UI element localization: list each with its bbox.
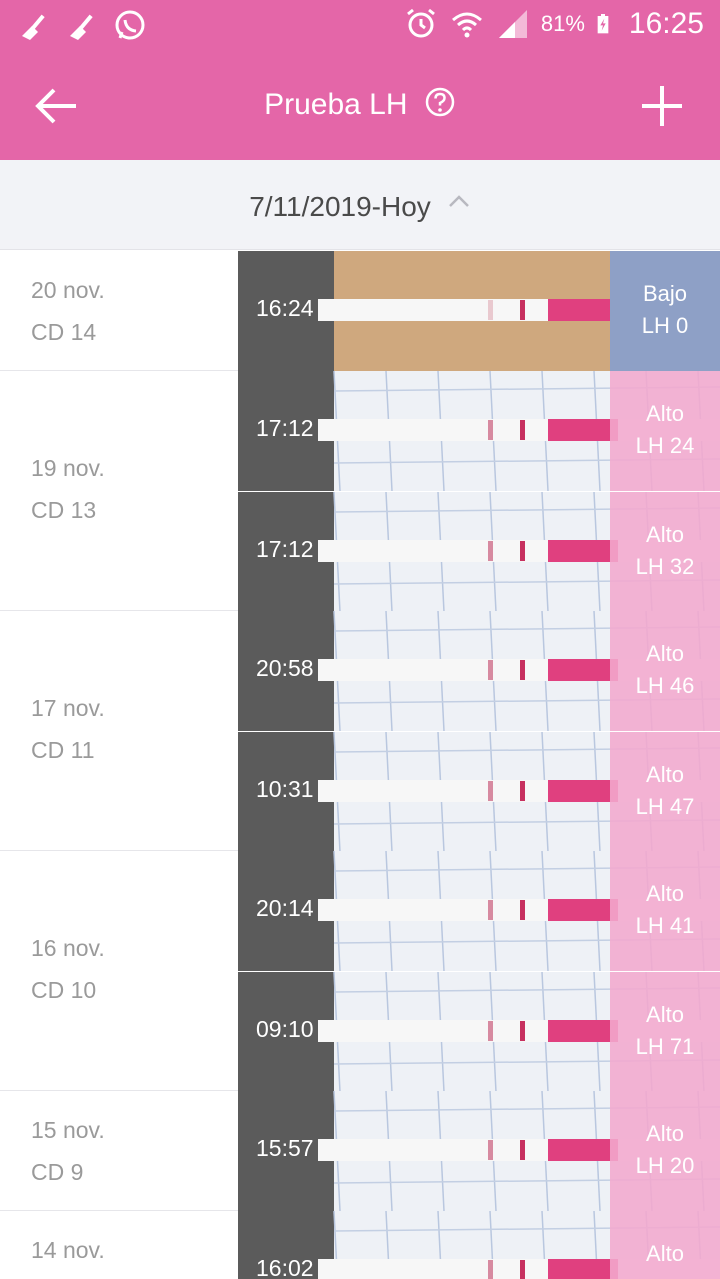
- day-group: 19 nov. CD 13 17:12 Alto LH 24 17:12 Alto LH 32: [0, 371, 720, 611]
- plus-icon: [642, 86, 682, 126]
- lh-value: LH 32: [635, 554, 695, 579]
- lh-value: LH 47: [635, 794, 695, 819]
- day-header: 16 nov. CD 10: [0, 851, 238, 1090]
- test-time: 15:57: [256, 1135, 314, 1161]
- day-header: 20 nov. CD 14: [0, 251, 238, 370]
- cycle-day: CD 13: [31, 497, 97, 523]
- broom-icon: [22, 14, 45, 40]
- result-level: Alto: [646, 1002, 684, 1027]
- test-entry[interactable]: 15:57 Alto LH 20: [238, 1091, 720, 1211]
- date-range-label: 7/11/2019-Hoy: [249, 191, 431, 222]
- header: 81% 16:25 Prueba LH: [0, 0, 720, 160]
- day-group: 17 nov. CD 11 20:58 Alto LH 46 10:31 Alto LH 47: [0, 611, 720, 851]
- broom-icon: [70, 14, 93, 40]
- wifi-icon: [451, 12, 482, 38]
- day-header: 14 nov.: [0, 1211, 238, 1279]
- battery-charging-icon: [597, 14, 609, 34]
- title-group: Prueba LH: [0, 86, 720, 122]
- result-badge: [610, 251, 720, 371]
- day-date: 14 nov.: [31, 1237, 105, 1263]
- day-group: 20 nov. CD 14 16:24 Bajo LH 0: [0, 251, 720, 371]
- test-entry[interactable]: 10:31 Alto LH 47: [238, 731, 720, 851]
- status-bar: 81% 16:25: [0, 0, 720, 52]
- result-badge: [610, 972, 720, 1091]
- test-time: 17:12: [256, 536, 314, 562]
- chevron-up-icon: [448, 195, 469, 207]
- test-entry[interactable]: 17:12 Alto LH 24: [238, 371, 720, 491]
- alarm-icon: [406, 8, 435, 38]
- test-time: 10:31: [256, 776, 314, 802]
- test-time: 09:10: [256, 1016, 314, 1042]
- result-level: Bajo: [642, 281, 688, 306]
- lh-value: LH 0: [641, 313, 689, 338]
- day-label: 16 nov. CD 10: [31, 927, 105, 1011]
- test-entry[interactable]: 16:02 Alto: [238, 1211, 720, 1279]
- result-badge: [610, 732, 720, 851]
- test-time: 20:14: [256, 895, 314, 921]
- result-level: Alto: [646, 522, 684, 547]
- result-badge: [610, 371, 720, 491]
- result-level: Alto: [646, 641, 684, 666]
- app-bar: Prueba LH: [0, 52, 720, 160]
- test-time: 20:58: [256, 655, 314, 681]
- day-label: 17 nov. CD 11: [31, 687, 105, 771]
- test-entry[interactable]: 20:58 Alto LH 46: [238, 611, 720, 731]
- cycle-day: CD 11: [31, 737, 95, 763]
- day-date: 19 nov.: [31, 455, 105, 481]
- day-header: 15 nov. CD 9: [0, 1091, 238, 1210]
- day-group: 15 nov. CD 9 15:57 Alto LH 20: [0, 1091, 720, 1211]
- battery-percent: 81%: [540, 11, 585, 36]
- test-entry[interactable]: 09:10 Alto LH 71: [238, 971, 720, 1091]
- test-time: 16:24: [256, 295, 314, 321]
- day-header: 17 nov. CD 11: [0, 611, 238, 850]
- cycle-day: CD 14: [31, 319, 97, 345]
- result-level: Alto: [646, 881, 684, 906]
- result-level: Alto: [646, 1241, 684, 1266]
- day-label: 15 nov. CD 9: [31, 1109, 105, 1193]
- lh-value: LH 41: [635, 913, 695, 938]
- day-header: 19 nov. CD 13: [0, 371, 238, 610]
- lh-value: LH 71: [635, 1034, 695, 1059]
- lh-value: LH 46: [635, 673, 695, 698]
- cycle-day: CD 10: [31, 977, 97, 1003]
- lh-value: LH 24: [635, 433, 695, 458]
- day-date: 15 nov.: [31, 1117, 105, 1143]
- whatsapp-icon: [115, 10, 145, 40]
- result-badge: [610, 492, 720, 611]
- day-date: 17 nov.: [31, 695, 105, 721]
- result-level: Alto: [646, 1121, 684, 1146]
- add-button[interactable]: [630, 74, 694, 138]
- lh-value: LH 20: [635, 1153, 695, 1178]
- day-group: 16 nov. CD 10 20:14 Alto LH 41 09:10 Alto LH 71: [0, 851, 720, 1091]
- test-entry[interactable]: 16:24 Bajo LH 0: [238, 251, 720, 371]
- day-label: 20 nov. CD 14: [31, 269, 105, 353]
- test-time: 17:12: [256, 415, 314, 441]
- result-badge: [610, 851, 720, 971]
- result-level: Alto: [646, 762, 684, 787]
- result-level: Alto: [646, 401, 684, 426]
- date-range-selector[interactable]: 7/11/2019-Hoy: [0, 160, 720, 250]
- day-date: 16 nov.: [31, 935, 105, 961]
- day-label: 14 nov.: [31, 1229, 105, 1271]
- cycle-day: CD 9: [31, 1159, 84, 1185]
- result-badge: [610, 611, 720, 731]
- test-time: 16:02: [256, 1255, 314, 1279]
- result-badge: [610, 1091, 720, 1211]
- test-list: 20 nov. CD 14 16:24 Bajo LH 0 19 nov. CD 13 17:…: [0, 251, 720, 1279]
- test-entry[interactable]: 20:14 Alto LH 41: [238, 851, 720, 971]
- day-group: 14 nov. 16:02 Alto: [0, 1211, 720, 1279]
- test-entry[interactable]: 17:12 Alto LH 32: [238, 491, 720, 611]
- day-label: 19 nov. CD 13: [31, 447, 105, 531]
- signal-icon: [498, 10, 527, 38]
- question-circle-icon[interactable]: [424, 86, 456, 118]
- status-time: 16:25: [628, 7, 704, 40]
- day-date: 20 nov.: [31, 277, 105, 303]
- page-title: Prueba LH: [264, 88, 408, 121]
